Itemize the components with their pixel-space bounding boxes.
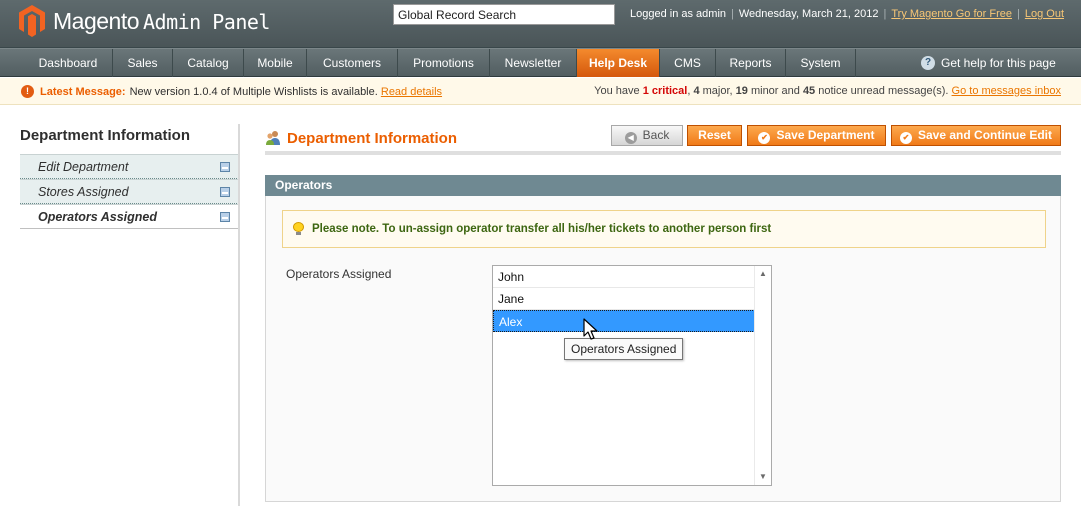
magento-logo[interactable]: Magento Admin Panel: [19, 5, 270, 37]
nav-item-customers[interactable]: Customers: [307, 49, 398, 77]
save-department-button[interactable]: ✔ Save Department: [747, 125, 886, 146]
summary-prefix: You have: [594, 85, 640, 97]
tooltip: Operators Assigned: [564, 338, 684, 360]
save-label: Save Department: [776, 128, 875, 142]
logged-in-text: Logged in as admin: [630, 8, 727, 20]
latest-message-text: New version 1.0.4 of Multiple Wishlists …: [129, 85, 378, 98]
nav-item-catalog[interactable]: Catalog: [173, 49, 244, 77]
help-label: Get help for this page: [941, 56, 1056, 70]
global-search-input[interactable]: [393, 4, 615, 25]
nav-item-promotions[interactable]: Promotions: [398, 49, 490, 77]
admin-header: MagentoAdmin Panel Logged in as admin | We…: [0, 0, 1081, 48]
nav-item-newsletter[interactable]: Newsletter: [490, 49, 577, 77]
tab-status-icon: [220, 162, 230, 172]
page-title: Department Information: [287, 130, 458, 147]
scroll-down-arrow-icon[interactable]: ▼: [755, 469, 771, 485]
latest-message: ! Latest Message: New version 1.0.4 of M…: [21, 85, 442, 98]
separator: |: [731, 8, 734, 20]
operators-multiselect[interactable]: John Jane Alex ▲ ▼: [492, 265, 772, 486]
multiselect-scrollbar[interactable]: ▲ ▼: [754, 266, 771, 485]
operators-field-label: Operators Assigned: [286, 267, 392, 281]
back-arrow-icon: ◀: [624, 132, 637, 144]
nav-item-cms[interactable]: CMS: [660, 49, 716, 77]
main-nav: Dashboard Sales Catalog Mobile Customers…: [0, 48, 1081, 77]
tab-operators-assigned[interactable]: Operators Assigned: [20, 204, 239, 229]
logo-text: Magento Admin Panel: [53, 8, 270, 35]
logo-product: Admin Panel: [143, 9, 270, 34]
option-alex[interactable]: Alex: [493, 310, 755, 332]
help-icon: ?: [921, 56, 935, 70]
save-and-continue-button[interactable]: ✔ Save and Continue Edit: [891, 125, 1061, 146]
back-button[interactable]: ◀ Back: [611, 125, 683, 146]
tab-status-icon: [220, 187, 230, 197]
check-icon: ✔: [900, 132, 912, 144]
current-date: Wednesday, March 21, 2012: [738, 8, 879, 20]
critical-count: 1 critical: [642, 85, 688, 97]
nav-item-reports[interactable]: Reports: [716, 49, 786, 77]
back-label: Back: [642, 128, 670, 142]
operators-section-header: Operators: [265, 175, 1061, 196]
messages-inbox-link[interactable]: Go to messages inbox: [952, 85, 1061, 97]
nav-item-system[interactable]: System: [786, 49, 856, 77]
check-icon: ✔: [758, 132, 771, 144]
help-link[interactable]: ? Get help for this page: [921, 49, 1056, 77]
save-continue-label: Save and Continue Edit: [918, 128, 1053, 142]
nav-item-mobile[interactable]: Mobile: [244, 49, 307, 77]
read-details-link[interactable]: Read details: [381, 86, 442, 98]
tab-label: Stores Assigned: [38, 185, 129, 199]
alert-icon: !: [21, 85, 34, 98]
notice-text: Please note. To un-assign operator trans…: [312, 223, 772, 235]
mouse-cursor-icon: [583, 318, 598, 340]
content-header: Department Information ◀ Back Reset ✔ Save…: [265, 124, 1061, 155]
nav-item-sales[interactable]: Sales: [113, 49, 173, 77]
minor-count: 19: [735, 85, 748, 97]
notice-count: 45: [802, 85, 816, 97]
sidebar-title: Department Information: [20, 127, 191, 144]
sidebar-tabs: Edit Department Stores Assigned Operator…: [20, 154, 239, 229]
logo-brand: Magento: [53, 7, 140, 34]
separator: |: [883, 8, 887, 20]
header-links: Logged in as admin | Wednesday, March 21, …: [630, 8, 1064, 20]
try-magento-go-link[interactable]: Try Magento Go for Free: [891, 8, 1012, 20]
option-jane[interactable]: Jane: [493, 288, 755, 310]
logout-link[interactable]: Log Out: [1025, 8, 1064, 20]
department-users-icon: [266, 131, 280, 145]
option-john[interactable]: John: [493, 266, 755, 288]
notice-box: Please note. To un-assign operator trans…: [282, 210, 1046, 248]
tab-label: Operators Assigned: [38, 210, 158, 224]
system-message-bar: ! Latest Message: New version 1.0.4 of M…: [0, 78, 1081, 105]
major-count: 4: [693, 85, 700, 97]
reset-button[interactable]: Reset: [687, 125, 742, 146]
sidebar-divider: [238, 124, 240, 506]
lightbulb-icon: [293, 222, 304, 236]
tab-edit-department[interactable]: Edit Department: [20, 154, 239, 179]
nav-item-dashboard[interactable]: Dashboard: [24, 49, 113, 77]
tab-status-icon: [220, 212, 230, 222]
latest-message-label: Latest Message:: [40, 85, 126, 98]
separator: |: [1017, 8, 1020, 20]
magento-logo-icon: [19, 5, 45, 37]
message-summary: You have 1 critical, 4 major, 19 minor a…: [594, 85, 1061, 97]
scroll-up-arrow-icon[interactable]: ▲: [755, 266, 771, 282]
tab-stores-assigned[interactable]: Stores Assigned: [20, 179, 239, 204]
nav-item-help-desk[interactable]: Help Desk: [577, 49, 660, 77]
tab-label: Edit Department: [38, 160, 129, 174]
